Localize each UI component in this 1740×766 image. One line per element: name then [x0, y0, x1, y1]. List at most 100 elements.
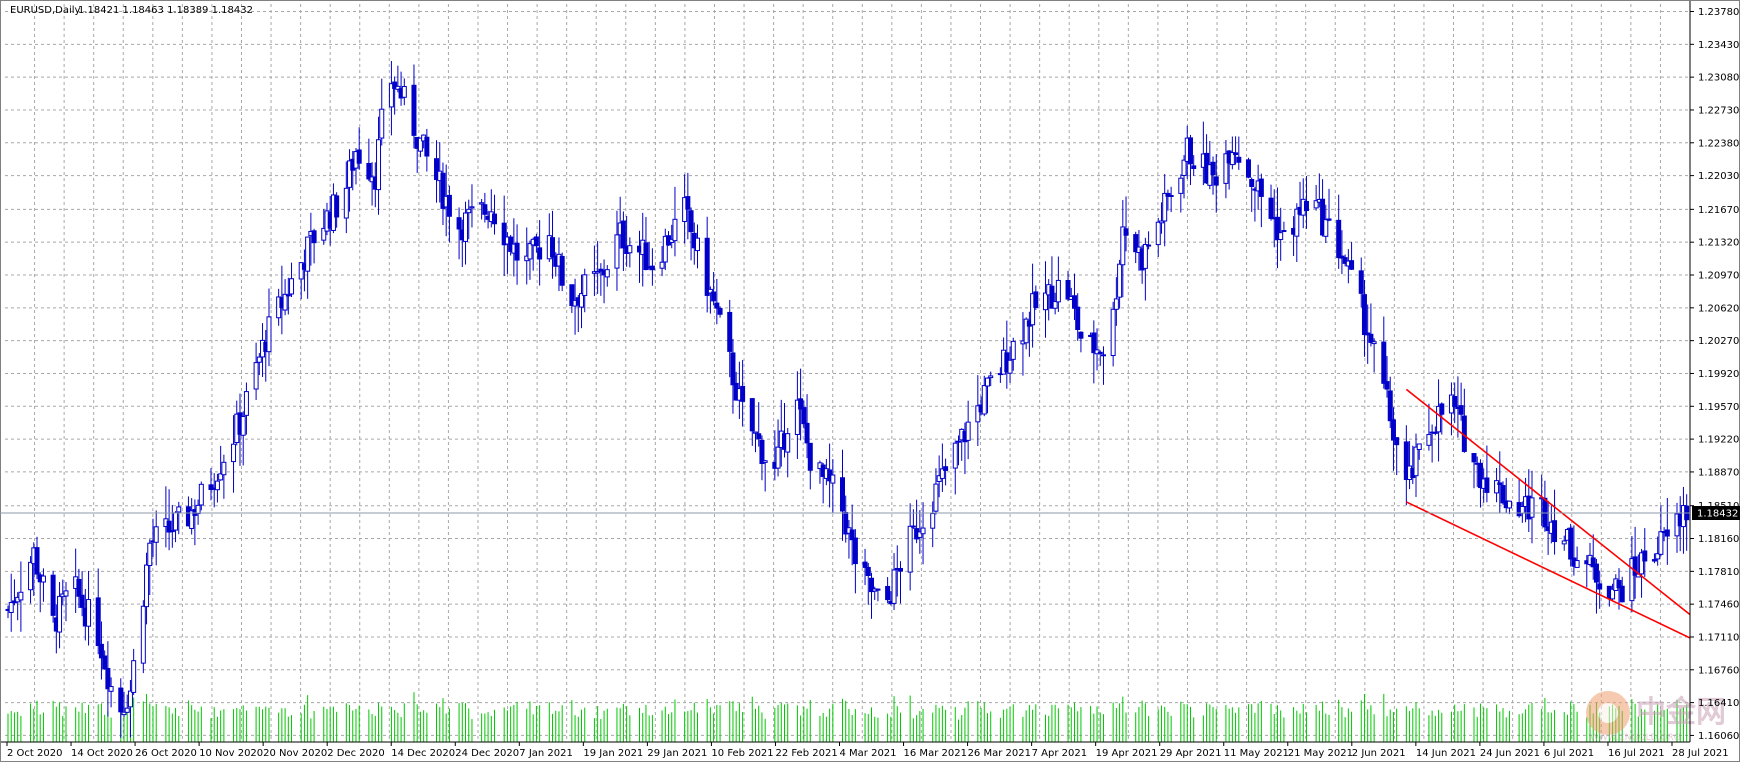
- candle-body: [144, 564, 150, 608]
- candle-body: [195, 504, 201, 515]
- candle-body: [753, 431, 759, 434]
- candle-body: [1642, 550, 1648, 562]
- candle-body: [466, 208, 472, 214]
- candle-body: [1381, 341, 1387, 384]
- time-tick-label: 4 Mar 2021: [840, 748, 897, 759]
- candle-body: [714, 302, 720, 309]
- candle-body: [1097, 351, 1103, 355]
- candle-body: [920, 527, 926, 535]
- candle-body: [131, 660, 137, 693]
- candle-body: [759, 439, 765, 465]
- time-tick-label: 19 Apr 2021: [1096, 748, 1158, 759]
- candle-body: [1007, 359, 1013, 374]
- candle-body: [1010, 340, 1016, 360]
- candle-body: [379, 108, 385, 139]
- candle-body: [401, 86, 407, 98]
- price-tick-label: 1.16410: [1698, 698, 1739, 709]
- chart-window[interactable]: 中金网 WWW.CNGOLD.ORG 1.23780 1.23430 1.23080…: [0, 0, 1740, 762]
- candle-body: [1336, 219, 1342, 259]
- candle-body: [1303, 200, 1309, 212]
- price-tick-label: 1.20970: [1698, 271, 1739, 282]
- candle-body: [943, 466, 949, 471]
- candle-body: [514, 242, 520, 261]
- price-tick-label: 1.17110: [1698, 632, 1739, 643]
- candle-body: [897, 567, 903, 572]
- candle-body: [108, 686, 114, 692]
- time-tick-label: 14 Jun 2021: [1416, 748, 1476, 759]
- price-tick-label: 1.23780: [1698, 7, 1739, 18]
- candle-body: [952, 442, 958, 469]
- candle-body: [334, 195, 340, 218]
- candle-body: [1071, 295, 1077, 309]
- candle-body: [762, 460, 768, 463]
- candle-body: [1439, 403, 1445, 415]
- price-tick-label: 1.18870: [1698, 467, 1739, 478]
- candle-body: [1371, 341, 1377, 345]
- candle-body: [988, 375, 994, 379]
- price-tick-label: 1.16060: [1698, 731, 1739, 742]
- candle-body: [756, 433, 762, 440]
- candle-body: [50, 574, 56, 616]
- candle-body: [717, 308, 723, 315]
- candle-body: [559, 255, 565, 286]
- candle-body: [627, 245, 633, 254]
- candle-body: [1155, 221, 1161, 246]
- candle-body: [102, 655, 108, 670]
- candle-body: [1181, 159, 1187, 176]
- candle-body: [984, 377, 990, 387]
- candle-body: [1162, 192, 1168, 222]
- candle-body: [1361, 294, 1367, 336]
- candle-body: [704, 237, 710, 296]
- price-tick-label: 1.23080: [1698, 73, 1739, 84]
- price-tick-label: 1.22730: [1698, 105, 1739, 116]
- candle-body: [79, 594, 85, 608]
- candle-body: [839, 477, 845, 512]
- price-tick-label: 1.17460: [1698, 600, 1739, 611]
- candle-body: [256, 356, 262, 363]
- candle-body: [1052, 301, 1058, 309]
- candle-body: [891, 569, 897, 604]
- ohlc-label: 1.18421 1.18463 1.18389 1.18432: [78, 5, 253, 16]
- candle-body: [1213, 176, 1219, 186]
- candle-body: [1390, 419, 1396, 441]
- candle-body: [933, 483, 939, 512]
- candle-body: [463, 212, 469, 242]
- candle-body: [1078, 331, 1084, 339]
- candle-body: [240, 416, 246, 436]
- candle-body: [730, 352, 736, 386]
- candle-body: [1278, 232, 1284, 240]
- price-tick-label: 1.19570: [1698, 402, 1739, 413]
- candle-body: [1245, 159, 1251, 178]
- symbol-label: EURUSD,Daily: [10, 5, 81, 16]
- candle-body: [1210, 161, 1216, 176]
- candle-body: [63, 590, 69, 597]
- candle-body: [1249, 178, 1255, 187]
- candle-body: [446, 194, 452, 217]
- candle-body: [469, 206, 475, 209]
- time-tick-label: 10 Feb 2021: [711, 748, 773, 759]
- candle-body: [118, 687, 124, 713]
- candle-body: [907, 525, 913, 573]
- candle-body: [1191, 165, 1197, 169]
- candle-body: [804, 422, 810, 444]
- candle-body: [695, 237, 701, 252]
- candle-body: [411, 84, 417, 136]
- candle-body: [910, 525, 916, 528]
- candle-body: [807, 442, 813, 471]
- time-tick-label: 21 May 2021: [1288, 748, 1353, 759]
- candle-body: [243, 391, 249, 416]
- current-price-label: 1.18432: [1697, 509, 1738, 520]
- candle-body: [533, 236, 539, 247]
- time-tick-label: 7 Apr 2021: [1032, 748, 1087, 759]
- candle-body: [1394, 437, 1400, 446]
- price-chart[interactable]: 中金网 WWW.CNGOLD.ORG 1.237801.234301.23080…: [0, 0, 1740, 762]
- candle-body: [479, 202, 485, 205]
- time-tick-label: 16 Mar 2021: [904, 748, 967, 759]
- candle-body: [198, 483, 204, 506]
- candle-body: [376, 139, 382, 191]
- candle-body: [124, 707, 130, 713]
- candle-body: [1142, 243, 1148, 269]
- candle-body: [40, 575, 46, 583]
- candle-body: [285, 294, 291, 297]
- candle-body: [1452, 395, 1458, 408]
